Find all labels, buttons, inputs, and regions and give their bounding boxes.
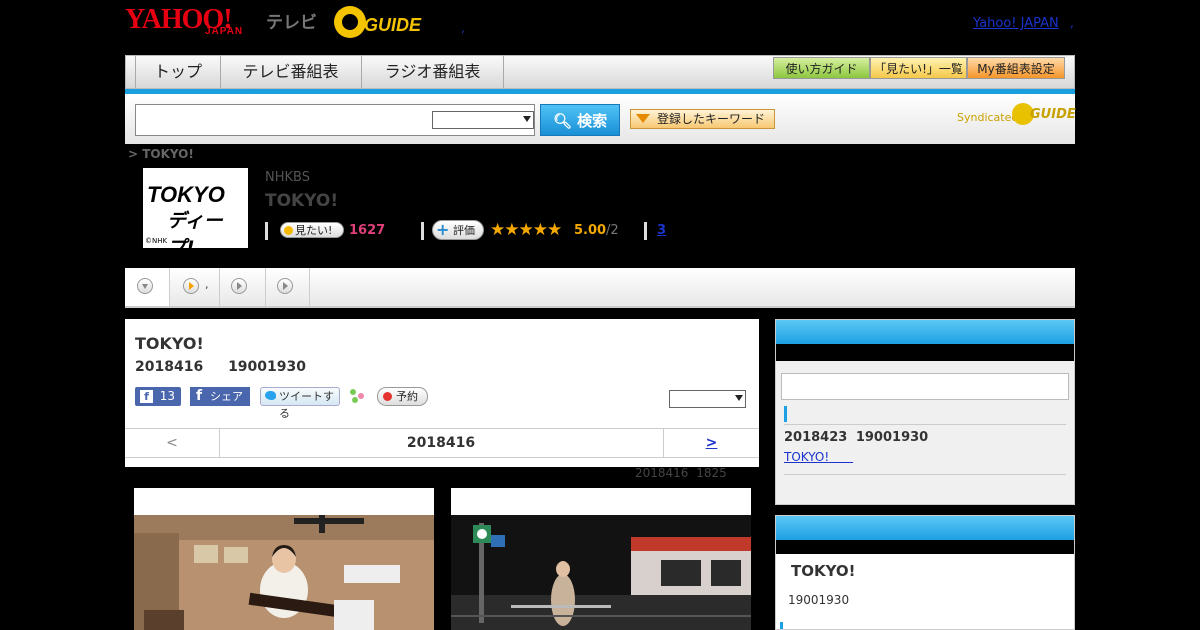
facebook-like-count: 13 — [159, 389, 175, 403]
thumbnail-title-line1: TOKYO — [147, 182, 225, 207]
review-count-link[interactable]: 3 — [657, 223, 666, 238]
rating-stars: ★★★★★ — [490, 220, 562, 240]
syndicated-brand: GUIDE — [1030, 107, 1076, 122]
facebook-share-label: シェア — [210, 390, 243, 403]
channel-name: NHKBS — [265, 170, 310, 185]
divider — [265, 222, 268, 240]
search-icon: 🔍︎ — [552, 112, 572, 130]
tab-second-label: , — [205, 278, 209, 291]
play-icon — [183, 278, 199, 294]
divider — [421, 222, 424, 240]
header-link-suffix: , — [1070, 16, 1074, 30]
next-broadcast-datetime: 2018423 19001930 — [784, 430, 929, 445]
tweet-button[interactable]: ツイートする — [260, 387, 340, 420]
mitai-list-button[interactable]: 「見たい!」一覧 — [870, 57, 967, 79]
chevron-down-icon — [137, 278, 153, 294]
nav-tab-radio-schedule[interactable]: ラジオ番組表 — [362, 56, 504, 88]
detail-select[interactable] — [669, 390, 746, 408]
sidebar-schedule-card: 2018423 19001930 TOKYO! — [775, 319, 1075, 505]
main-nav: トップ テレビ番組表 ラジオ番組表 使い方ガイド 「見たい!」一覧 My番組表設… — [125, 55, 1075, 89]
photo-card[interactable] — [451, 488, 751, 630]
content-tabs: , — [125, 268, 1075, 308]
thumbnail-credit: ©NHK — [145, 237, 168, 245]
sidebar-card-subheader — [776, 344, 1074, 361]
rate-button[interactable]: + 評価 — [432, 220, 484, 240]
mitai-button[interactable]: 見たい! — [280, 222, 344, 238]
plus-icon — [284, 226, 293, 235]
sidebar-program-time: 19001930 — [788, 593, 850, 607]
breadcrumb: > TOKYO! — [128, 147, 194, 161]
thumbnail-title-line2: ディープ! — [167, 210, 223, 259]
share-icon[interactable] — [350, 389, 365, 404]
reserve-label: 予約 — [396, 390, 418, 403]
play-icon — [231, 278, 247, 294]
detail-title: TOKYO! — [135, 334, 204, 353]
twitter-bird-icon — [265, 391, 276, 400]
next-date-link[interactable]: > — [663, 429, 759, 457]
tab-fourth[interactable] — [265, 268, 310, 306]
divider — [644, 222, 647, 240]
nav-tab-tv-schedule[interactable]: テレビ番組表 — [220, 56, 362, 88]
section-marker — [780, 622, 783, 629]
tab-detail[interactable] — [125, 268, 170, 306]
facebook-share-button[interactable]: f シェア — [190, 387, 250, 406]
reserve-button[interactable]: 予約 — [377, 387, 428, 406]
program-thumbnail: TOKYO ディープ! ©NHK — [143, 168, 248, 259]
yahoo-japan-logo-text: JAPAN — [205, 26, 244, 37]
triangle-down-icon — [636, 114, 650, 123]
episode-photo — [134, 515, 434, 630]
broadcast-datetime: 2018416 19001930 — [135, 359, 306, 375]
registered-keywords-button[interactable]: 登録したキーワード — [630, 109, 775, 129]
yahoo-japan-link[interactable]: Yahoo! JAPAN — [973, 16, 1059, 31]
registered-keywords-label: 登録したキーワード — [657, 112, 766, 126]
my-schedule-settings-button[interactable]: My番組表設定 — [967, 57, 1065, 79]
program-title: TOKYO! — [265, 191, 339, 211]
prev-date-button[interactable]: < — [125, 429, 220, 457]
sidebar-program-title: TOKYO! — [791, 562, 856, 580]
search-button-label: 検索 — [577, 112, 608, 130]
rating-value: 5.00 — [574, 223, 607, 238]
sidebar-input[interactable] — [781, 373, 1069, 400]
facebook-like-button[interactable]: f 13 — [135, 387, 181, 406]
search-button[interactable]: 🔍︎ 検索 — [540, 104, 620, 136]
mitai-label: 見たい! — [295, 224, 333, 237]
sidebar-card-header — [776, 320, 1074, 344]
photo-card[interactable] — [134, 488, 434, 630]
header-separator: , — [461, 21, 465, 35]
date-navigation: < 2018416 > — [125, 428, 759, 458]
record-dot-icon — [383, 392, 392, 401]
sidebar-card-subheader — [776, 540, 1074, 554]
sidebar-card-header — [776, 516, 1074, 540]
mitai-count: 1627 — [349, 223, 386, 238]
divider — [784, 474, 1066, 475]
usage-guide-button[interactable]: 使い方ガイド — [773, 57, 870, 79]
updated-timestamp: 2018416 1825 — [635, 466, 727, 480]
next-broadcast-link-text: TOKYO! — [784, 450, 830, 464]
nav-tab-top[interactable]: トップ — [135, 56, 221, 88]
rating-count: /2 — [606, 223, 619, 238]
gguide-g-icon — [334, 6, 366, 38]
play-icon — [277, 278, 293, 294]
syndicated-label: Syndicated — [957, 111, 1019, 124]
tab-third[interactable] — [219, 268, 266, 306]
search-category-select[interactable] — [432, 111, 534, 129]
tab-second[interactable]: , — [169, 268, 220, 306]
facebook-icon: f — [140, 390, 153, 403]
gguide-logo[interactable]: GUIDE — [334, 6, 434, 40]
plus-icon: + — [436, 220, 450, 239]
facebook-icon: f — [196, 388, 203, 404]
chevron-down-icon — [735, 395, 743, 401]
rate-label: 評価 — [453, 224, 475, 237]
tv-logo-text[interactable]: テレビ — [266, 8, 317, 33]
divider — [784, 424, 1066, 425]
next-broadcast-link[interactable]: TOKYO! — [784, 450, 853, 464]
gguide-logo-text: GUIDE — [364, 15, 422, 35]
chevron-down-icon — [523, 116, 531, 122]
sidebar-program-card: TOKYO! 19001930 — [775, 515, 1075, 630]
current-date: 2018416 — [406, 435, 476, 451]
section-marker — [784, 406, 787, 422]
episode-photo — [451, 515, 751, 630]
